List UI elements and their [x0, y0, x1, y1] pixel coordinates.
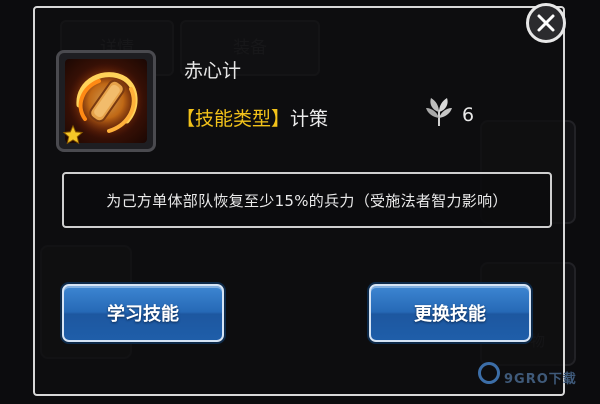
skill-description: 为己方单体部队恢复至少15%的兵力（受施法者智力影响）: [106, 191, 508, 210]
skill-description-box: 为己方单体部队恢复至少15%的兵力（受施法者智力影响）: [62, 172, 552, 228]
skill-type-label: 技能类型: [195, 108, 272, 130]
star-icon: [62, 124, 84, 145]
close-button[interactable]: [526, 3, 566, 43]
skill-type-bracket-close: 】: [271, 108, 291, 130]
change-skill-button-label: 更换技能: [414, 304, 486, 325]
watermark-text: 9GRO下载: [504, 372, 577, 387]
watermark-logo-icon: [478, 362, 500, 384]
change-skill-button[interactable]: 更换技能: [369, 284, 531, 342]
skill-type-bracket-open: 【: [176, 108, 196, 130]
close-icon: [537, 14, 555, 32]
learn-skill-button[interactable]: 学习技能: [62, 284, 224, 342]
skill-type-value: 计策: [290, 108, 329, 130]
learn-skill-button-label: 学习技能: [107, 304, 179, 325]
cost-value: 6: [462, 104, 475, 126]
skill-type-line: 【技能类型】计策: [176, 104, 328, 131]
skill-name: 赤心计: [184, 60, 242, 82]
feather-leaf-icon: [426, 98, 452, 126]
